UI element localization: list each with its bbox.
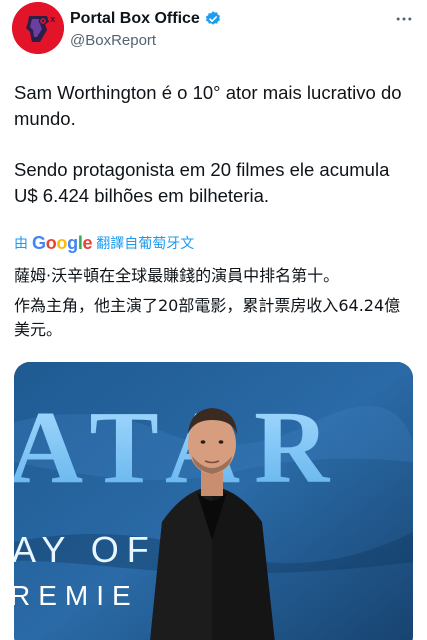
tweet-text-paragraph-1: Sam Worthington é o 10° ator mais lucrat… [14, 82, 402, 129]
display-name[interactable]: Portal Box Office [70, 10, 200, 28]
translate-source-language[interactable]: 翻譯自葡萄牙文 [96, 233, 194, 253]
tweet-text-paragraph-2: Sendo protagonista em 20 filmes ele acum… [14, 159, 390, 206]
account-handle[interactable]: @BoxReport [70, 32, 222, 49]
translated-by-google[interactable]: 由 Google 翻譯自葡萄牙文 [14, 232, 194, 254]
translated-line-1: 薩姆·沃辛頓在全球最賺錢的演員中排名第十。 [14, 266, 340, 285]
tweet-header: X Portal Box Office @BoxReport [12, 2, 415, 58]
display-name-row: Portal Box Office [70, 8, 222, 30]
google-logo: Google [32, 232, 93, 253]
premiere-photo: ATAR AY OF TER REMIE [14, 362, 413, 640]
account-names: Portal Box Office @BoxReport [70, 8, 222, 49]
portal-box-office-logo: X [12, 2, 64, 54]
translated-line-2: 作為主角，他主演了20部電影，累計票房收入64.24億美元。 [14, 296, 401, 339]
tweet-media-photo[interactable]: ATAR AY OF TER REMIE [14, 362, 413, 640]
avatar[interactable]: X [12, 2, 64, 54]
svg-text:X: X [50, 16, 56, 24]
backdrop-line-1: ATAR [14, 390, 343, 505]
backdrop-line-3: REMIE [14, 580, 139, 611]
verified-badge-icon [204, 10, 222, 28]
translated-by-label: 由 [14, 235, 28, 251]
more-horizontal-icon[interactable] [393, 8, 415, 30]
